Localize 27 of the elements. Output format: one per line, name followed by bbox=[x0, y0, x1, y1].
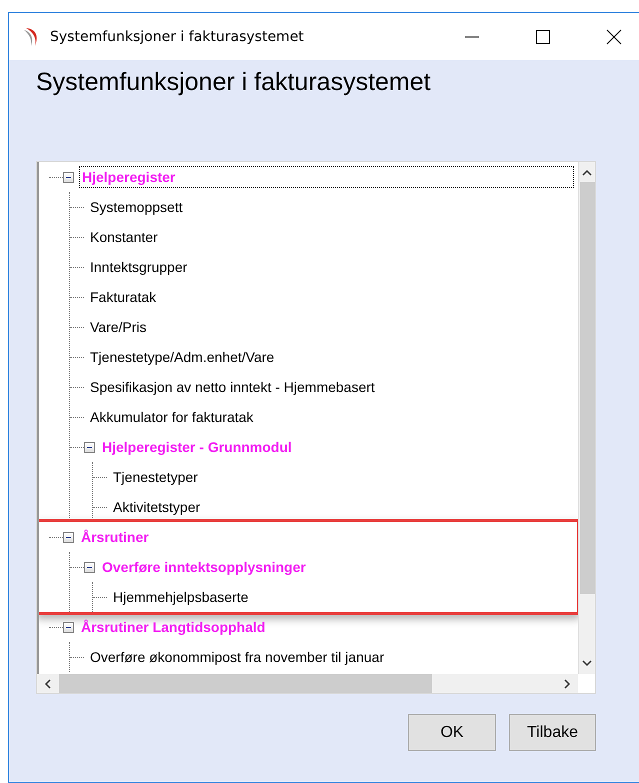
dialog-button[interactable]: OK bbox=[408, 714, 496, 751]
tree-item[interactable]: Vare/Pris bbox=[88, 317, 149, 337]
collapse-icon[interactable] bbox=[84, 562, 95, 572]
tree-item[interactable]: Spesifikasjon av netto inntekt - Hjemmebasert bbox=[88, 377, 377, 397]
scroll-down-icon[interactable] bbox=[581, 658, 593, 668]
scroll-left-icon[interactable] bbox=[43, 678, 53, 690]
collapse-icon[interactable] bbox=[84, 442, 95, 452]
page-heading: Systemfunksjoner i fakturasystemet bbox=[36, 68, 432, 97]
tree-item[interactable]: Overføre økonommipost fra november til januar bbox=[88, 647, 386, 667]
tree-item[interactable]: Tjenestetype/Adm.enhet/Vare bbox=[88, 347, 276, 367]
collapse-icon[interactable] bbox=[63, 172, 74, 182]
tree-item[interactable]: Akkumulator for fakturatak bbox=[88, 407, 256, 427]
tree-item[interactable]: Tjenestetyper bbox=[111, 467, 200, 487]
window-title: Systemfunksjoner i fakturasystemet bbox=[50, 28, 304, 44]
tree-item[interactable]: Systemoppsett bbox=[88, 197, 185, 217]
maximize-icon[interactable] bbox=[535, 28, 551, 44]
collapse-icon[interactable] bbox=[63, 622, 74, 632]
tree-item[interactable]: Aktivitetstyper bbox=[111, 497, 202, 517]
tree-item[interactable]: Hjemmehjelpsbaserte bbox=[111, 587, 250, 607]
scroll-up-icon[interactable] bbox=[581, 168, 593, 178]
tree-item[interactable]: Fakturatak bbox=[88, 287, 158, 307]
tree-item[interactable]: Konstanter bbox=[88, 227, 160, 247]
collapse-icon[interactable] bbox=[63, 532, 74, 542]
tree-item[interactable]: Inntektsgrupper bbox=[88, 257, 190, 277]
scroll-right-icon[interactable] bbox=[562, 678, 572, 690]
dialog-button[interactable]: Tilbake bbox=[509, 714, 596, 751]
close-icon[interactable] bbox=[606, 28, 622, 44]
